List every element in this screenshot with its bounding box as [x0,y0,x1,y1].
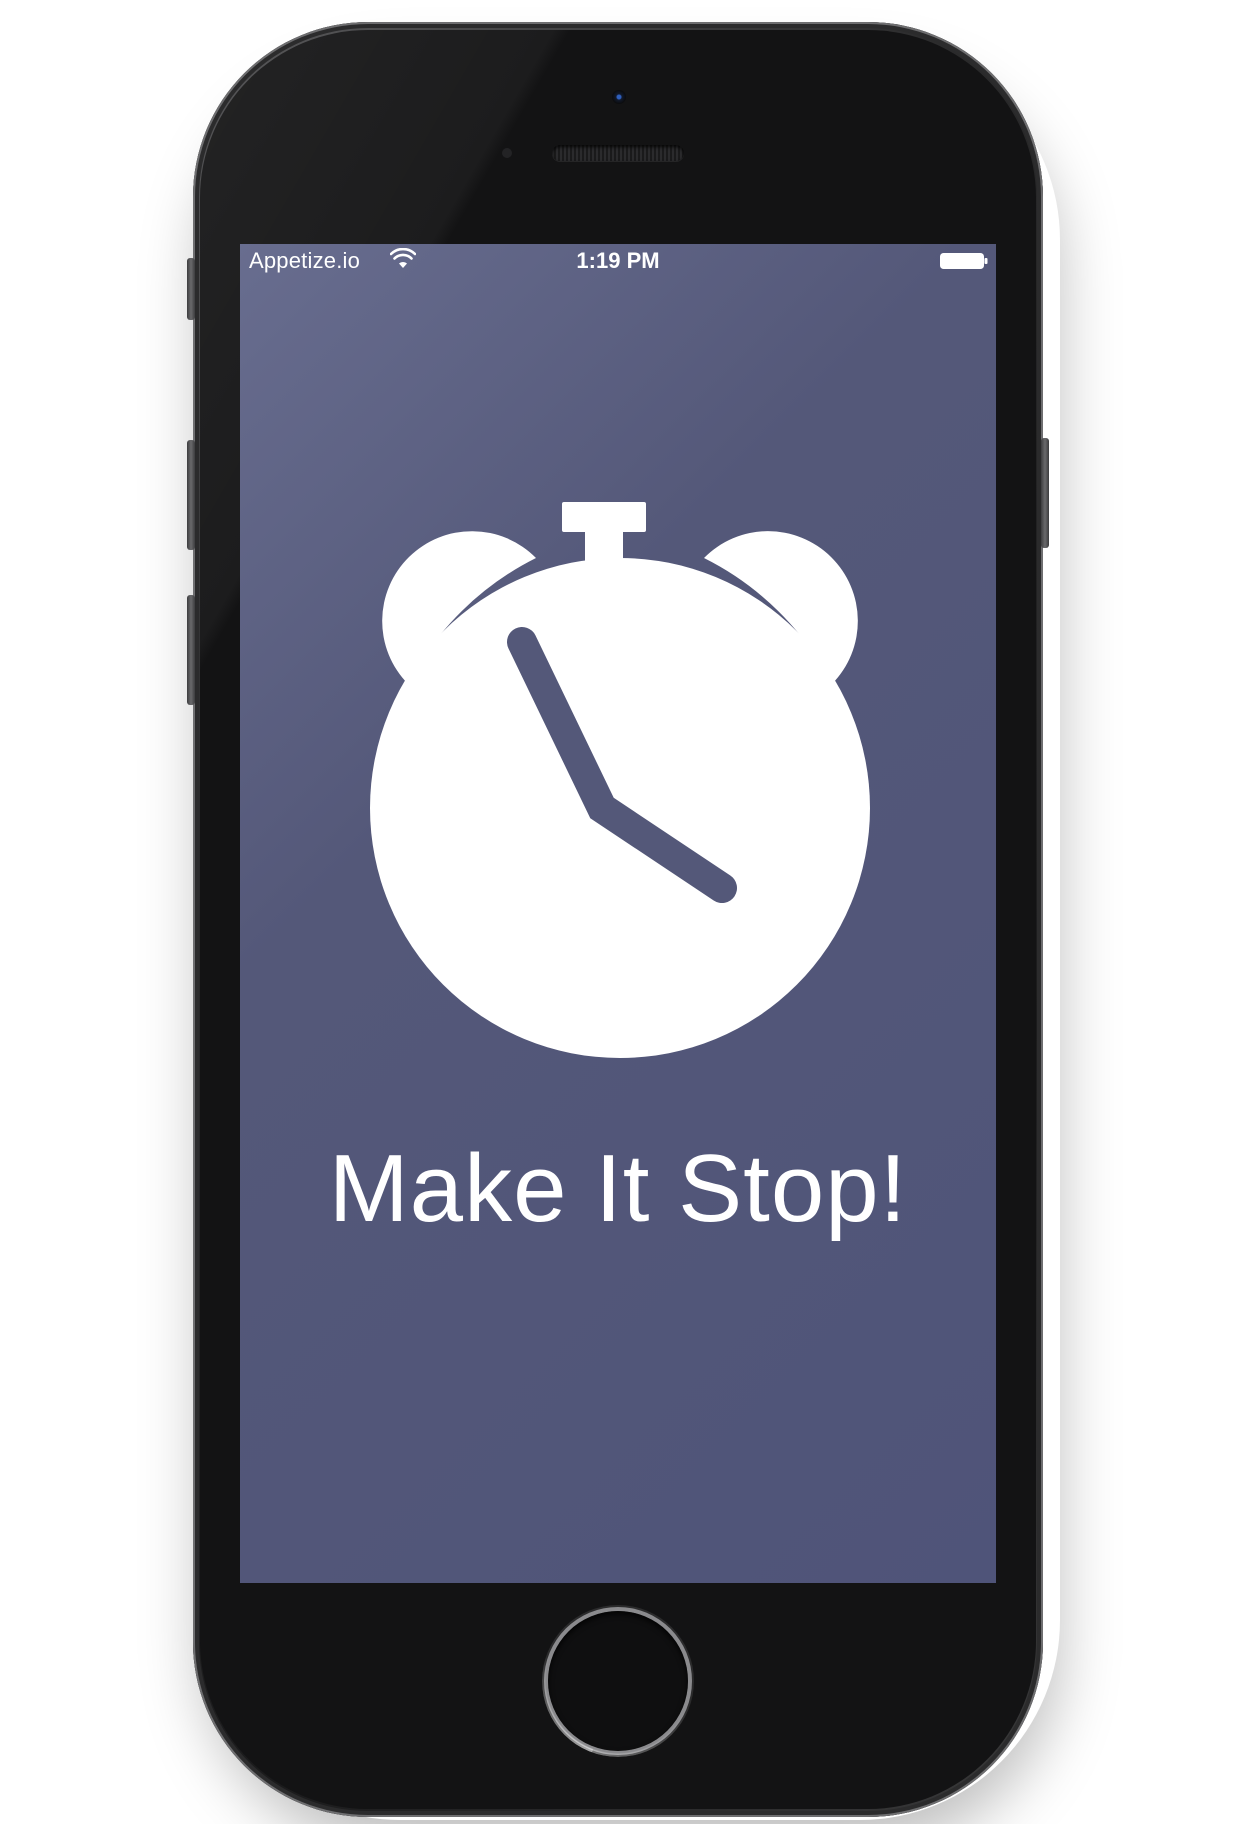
status-bar: Appetize.io 1:19 PM [240,244,996,278]
home-button[interactable] [548,1611,688,1751]
volume-down-button[interactable] [187,595,195,705]
volume-up-button[interactable] [187,440,195,550]
proximity-sensor-icon [502,148,512,158]
battery-icon [940,253,988,269]
earpiece-speaker-icon [552,145,684,161]
front-camera-icon [612,90,626,104]
app-title: Make It Stop! [328,1135,908,1242]
app-screen[interactable]: Appetize.io 1:19 PM Make It Stop! [240,244,996,1583]
alarm-clock-icon [370,502,870,1058]
status-time: 1:19 PM [576,248,660,273]
stage: Appetize.io 1:19 PM Make It Stop! [0,0,1236,1824]
power-button[interactable] [1041,438,1049,548]
mute-switch[interactable] [187,258,195,320]
